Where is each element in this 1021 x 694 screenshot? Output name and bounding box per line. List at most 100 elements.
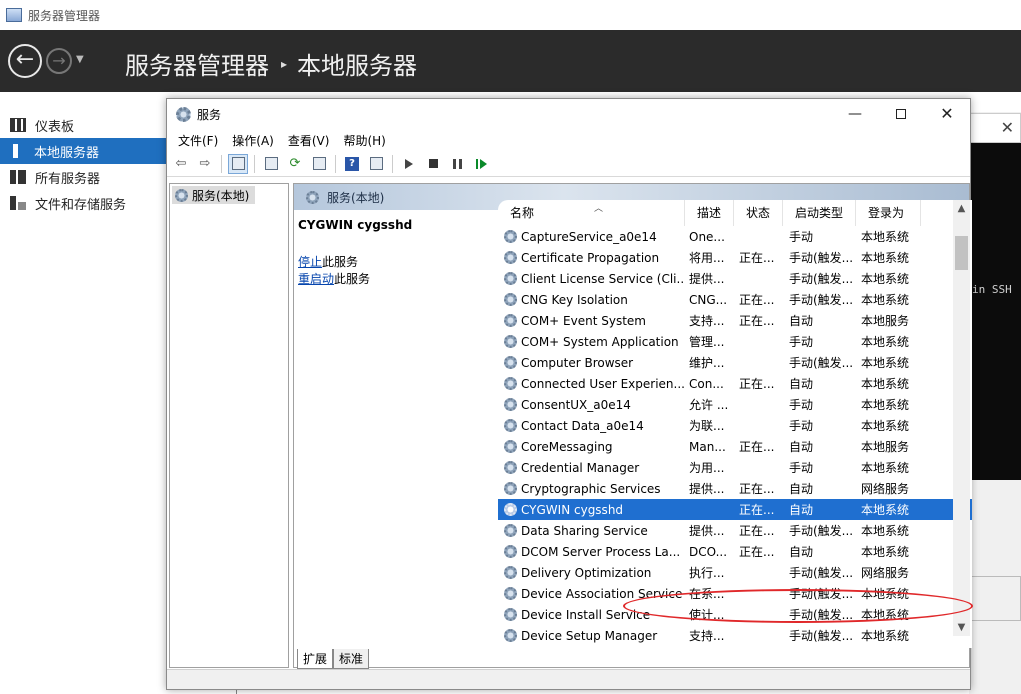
service-log-on-as: 本地系统 [861,587,910,601]
properties-button[interactable] [261,154,281,174]
service-status: 正在... [739,377,775,391]
table-row[interactable]: Certificate Propagation 将用... 正在... 手动(触发..… [498,247,972,268]
service-startup-type: 手动 [789,461,814,475]
services-window: 服务 — ✕ 文件(F) 操作(A) 查看(V) 帮助(H) ⇦ ⇨ ⟳ ? 服… [166,98,973,690]
service-name-cell: COM+ System Application [498,335,685,349]
table-row[interactable]: COM+ System Application 管理... 手动 本地系统 [498,331,972,352]
show-hide-tree-button[interactable] [228,153,248,174]
table-row[interactable]: Cryptographic Services 提供... 正在... 自动 网络服务 [498,478,972,499]
action-pane-button[interactable] [366,154,386,174]
table-row[interactable]: CaptureService_a0e14 One... 手动 本地系统 [498,226,972,247]
breadcrumb-current: 本地服务器 [297,52,418,80]
vertical-scrollbar[interactable]: ▲ ▼ [953,200,970,636]
menu-help[interactable]: 帮助(H) [336,132,392,149]
table-row[interactable]: ConsentUX_a0e14 允许 ... 手动 本地系统 [498,394,972,415]
back-button[interactable]: ⇦ [171,154,191,174]
restart-service-link[interactable]: 重启动 [298,272,334,286]
service-status: 正在... [739,293,775,307]
console-window[interactable]: in SSH [970,143,1021,480]
pause-service-button[interactable] [447,154,467,174]
service-description: Man... [689,439,726,454]
column-header-description[interactable]: 描述 [685,200,734,226]
table-row[interactable]: Client License Service (Cli... 提供... 手动(触发… [498,268,972,289]
service-description: 提供... [689,272,725,286]
forward-button[interactable]: ⇨ [195,154,215,174]
service-log-on-as: 本地系统 [861,419,910,433]
table-row[interactable]: DCOM Server Process La... DCO... 正在... 自动 本地… [498,541,972,562]
service-name-cell: Data Sharing Service [498,524,685,538]
service-status: 正在... [739,524,775,538]
table-row[interactable]: Device Setup Manager 支持... 手动(触发... 本地系统 [498,625,972,646]
scroll-down-icon[interactable]: ▼ [953,619,970,636]
column-header-status[interactable]: 状态 [734,200,783,226]
stop-service-line: 停止此服务 [298,254,498,271]
service-gear-icon [504,566,517,579]
table-row[interactable]: COM+ Event System 支持... 正在... 自动 本地服务 [498,310,972,331]
table-row[interactable]: CNG Key Isolation CNG... 正在... 手动(触发... 本地系统 [498,289,972,310]
forward-arrow-icon[interactable]: → [46,48,72,74]
restart-service-line: 重启动此服务 [298,271,498,288]
service-name-cell: CaptureService_a0e14 [498,230,685,244]
properties-icon [264,157,278,170]
column-header-log-on-as[interactable]: 登录为 [856,200,921,226]
service-name-cell: Credential Manager [498,461,685,475]
minimize-button[interactable]: — [832,99,878,129]
scroll-up-icon[interactable]: ▲ [953,200,970,217]
pause-icon [452,158,462,169]
service-log-on-as: 本地系统 [861,293,910,307]
stop-icon [428,159,438,168]
table-row[interactable]: Contact Data_a0e14 为联... 手动 本地系统 [498,415,972,436]
service-description: One... [689,229,725,244]
service-startup-type: 手动 [789,335,814,349]
sidebar-item-dashboard[interactable]: 仪表板 [0,112,167,138]
table-row[interactable]: Data Sharing Service 提供... 正在... 手动(触发... 本地… [498,520,972,541]
service-log-on-as: 本地服务 [861,440,910,454]
restart-service-suffix: 此服务 [334,272,371,286]
menu-action[interactable]: 操作(A) [225,132,281,149]
table-row[interactable]: Device Install Service 使计... 手动(触发... 本地系统 [498,604,972,625]
tab-extended[interactable]: 扩展 [297,649,334,669]
sidebar-item-local-server[interactable]: 本地服务器 [0,138,167,164]
close-button[interactable]: ✕ [924,99,970,129]
chevron-down-icon[interactable]: ▼ [76,54,84,65]
back-arrow-icon[interactable]: ← [8,44,42,78]
export-list-button[interactable] [309,154,329,174]
menu-view[interactable]: 查看(V) [281,132,337,149]
column-header-startup-type[interactable]: 启动类型 [783,200,856,226]
sidebar-item-file-storage[interactable]: 文件和存储服务 [0,190,167,216]
status-bar [167,669,970,689]
table-row[interactable]: Computer Browser 维护... 手动(触发... 本地系统 [498,352,972,373]
breadcrumb-root[interactable]: 服务器管理器 [125,46,269,81]
stop-service-link[interactable]: 停止 [298,255,322,269]
table-row[interactable]: Connected User Experien... Con... 正在... 自动 本… [498,373,972,394]
table-row[interactable]: Delivery Optimization 执行... 手动(触发... 网络服务 [498,562,972,583]
start-service-button[interactable] [399,154,419,174]
help-button[interactable]: ? [342,154,362,174]
tree-item-services-local[interactable]: 服务(本地) [172,186,255,204]
table-row[interactable]: Device Association Service 在系... 手动(触发... 本… [498,583,972,604]
sidebar-item-all-servers[interactable]: 所有服务器 [0,164,167,190]
view-tabs: 扩展 标准 [297,649,370,669]
menu-file[interactable]: 文件(F) [171,132,225,149]
tab-standard[interactable]: 标准 [333,649,370,669]
service-name-cell: Connected User Experien... [498,377,685,391]
services-gear-icon [175,188,188,202]
service-description: 为用... [689,461,725,475]
console-titlebar: ✕ [970,113,1021,143]
stop-service-button[interactable] [423,154,443,174]
service-log-on-as: 本地系统 [861,356,910,370]
table-row[interactable]: Credential Manager 为用... 手动 本地系统 [498,457,972,478]
table-row[interactable]: CoreMessaging Man... 正在... 自动 本地服务 [498,436,972,457]
column-header-name[interactable]: 名称 [498,200,685,226]
toolbar-separator [221,154,222,173]
service-log-on-as: 本地系统 [861,272,910,286]
restart-service-button[interactable] [471,154,491,174]
service-log-on-as: 本地系统 [861,503,910,517]
scrollbar-thumb[interactable] [955,236,968,270]
table-row[interactable]: CYGWIN cygsshd 正在... 自动 本地系统 [498,499,972,520]
service-status: 正在... [739,251,775,265]
maximize-button[interactable] [878,99,924,129]
service-name: Cryptographic Services [521,481,661,496]
refresh-button[interactable]: ⟳ [285,154,305,174]
close-icon[interactable]: ✕ [1001,118,1014,137]
